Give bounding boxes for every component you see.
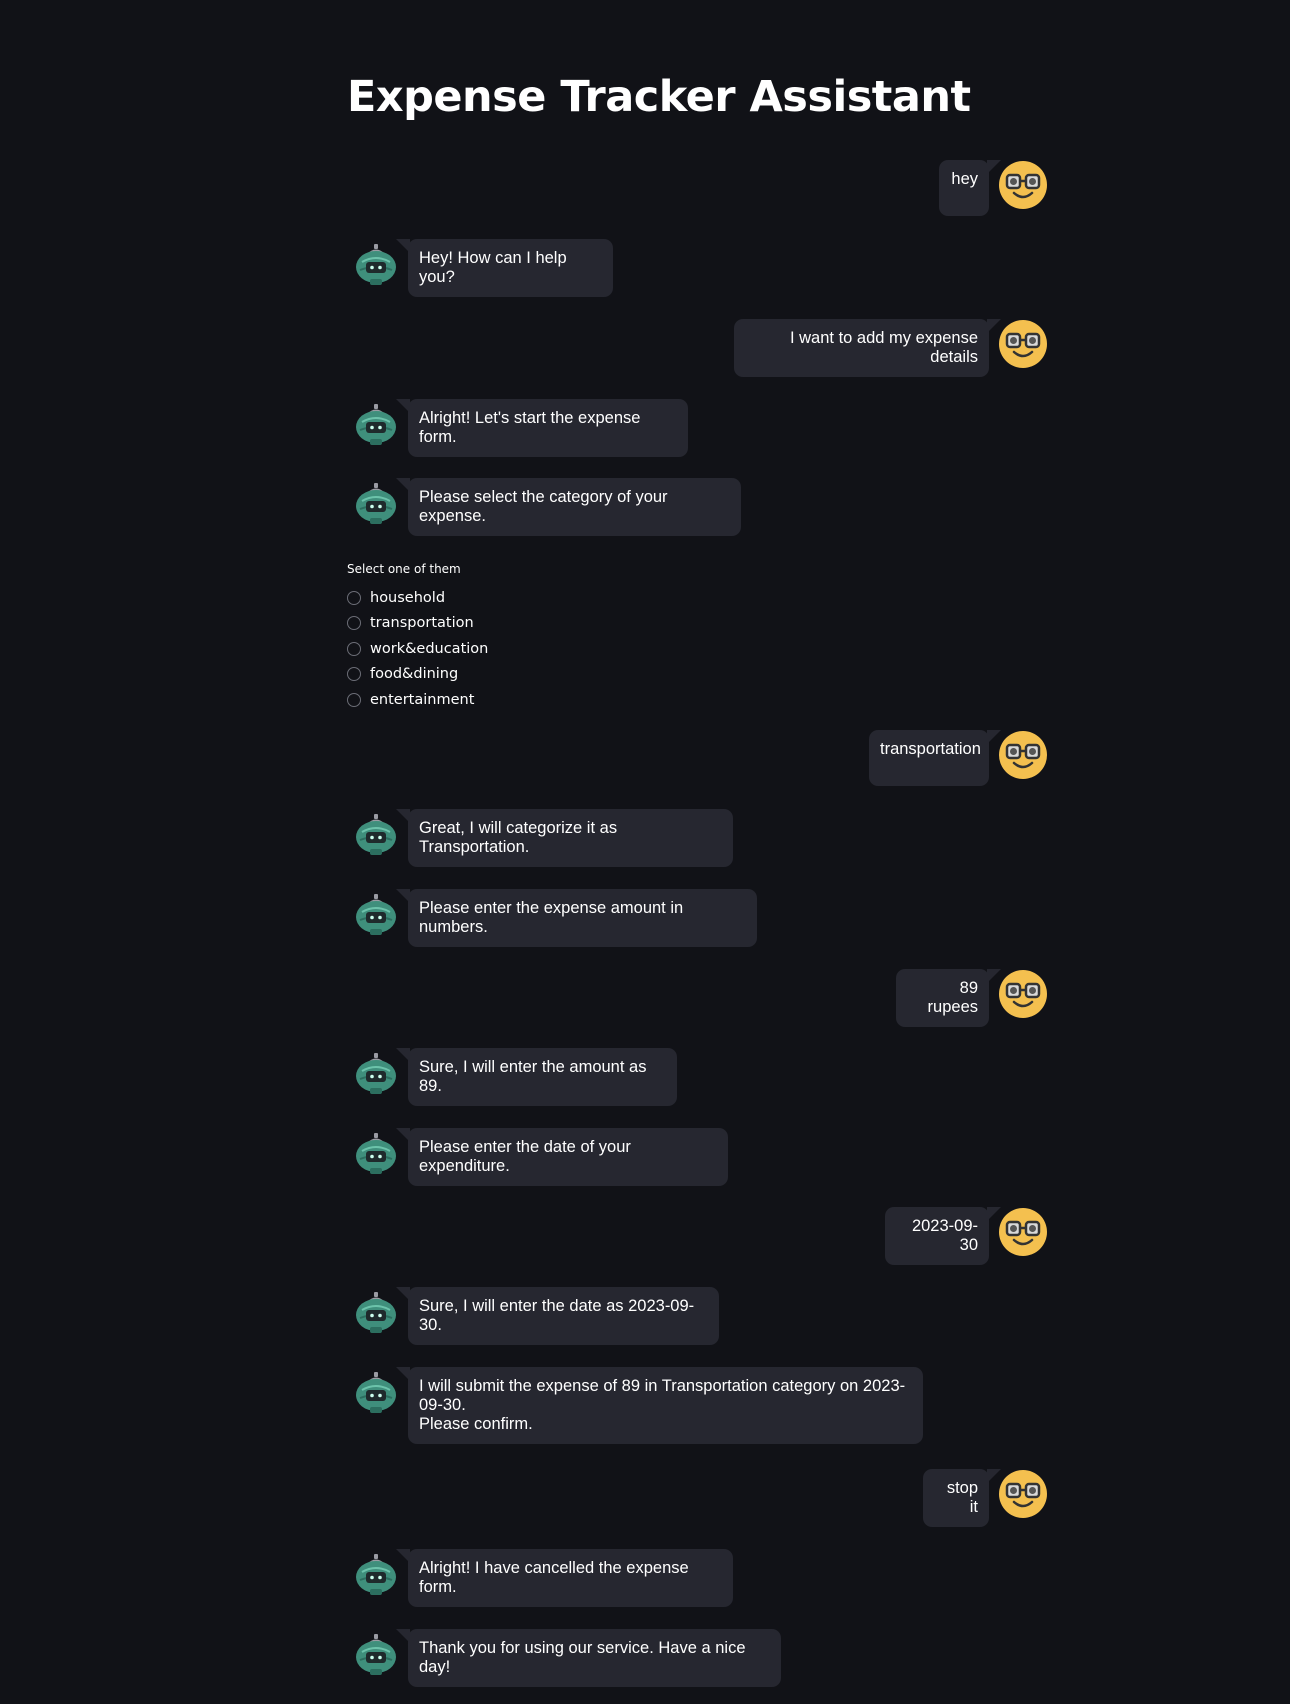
message-bubble: Alright! I have cancelled the expense fo… xyxy=(396,1549,733,1607)
assistant-avatar-icon xyxy=(352,1550,400,1598)
message-bubble: I will submit the expense of 89 in Trans… xyxy=(396,1367,923,1444)
assistant-avatar-icon xyxy=(352,1368,400,1416)
assistant-avatar-icon xyxy=(352,1288,400,1336)
user-avatar-icon xyxy=(999,731,1047,779)
radio-button[interactable] xyxy=(347,590,361,605)
message-bubble: Thank you for using our service. Have a … xyxy=(396,1629,781,1687)
radio-option-label: work&education xyxy=(370,640,489,657)
message-bubble: Hey! How can I help you? xyxy=(396,239,613,297)
message-bubble: hey xyxy=(939,160,1001,216)
radio-button[interactable] xyxy=(347,667,361,682)
radio-option-transportation[interactable]: transportation xyxy=(347,611,488,637)
message-bubble: 89 rupees xyxy=(896,969,1001,1027)
category-radio-group: Select one of them household transportat… xyxy=(347,562,488,713)
radio-option-label: entertainment xyxy=(370,691,475,708)
message-bubble: Sure, I will enter the amount as 89. xyxy=(396,1048,677,1106)
message-bubble: Alright! Let's start the expense form. xyxy=(396,399,688,457)
radio-option-food-dining[interactable]: food&dining xyxy=(347,662,488,688)
message-bubble: transportation xyxy=(869,730,1001,786)
user-avatar-icon xyxy=(999,320,1047,368)
assistant-avatar-icon xyxy=(352,1129,400,1177)
message-bubble: 2023-09-30 xyxy=(885,1207,1001,1265)
user-avatar-icon xyxy=(999,1470,1047,1518)
assistant-avatar-icon xyxy=(352,1049,400,1097)
radio-option-household[interactable]: household xyxy=(347,585,488,611)
radio-group-label: Select one of them xyxy=(347,562,461,576)
radio-option-work-education[interactable]: work&education xyxy=(347,636,488,662)
radio-button[interactable] xyxy=(347,616,361,631)
message-bubble: I want to add my expense details xyxy=(734,319,1001,377)
assistant-avatar-icon xyxy=(352,890,400,938)
message-bubble: Please enter the expense amount in numbe… xyxy=(396,889,757,947)
page-title: Expense Tracker Assistant xyxy=(347,72,971,122)
assistant-avatar-icon xyxy=(352,810,400,858)
assistant-avatar-icon xyxy=(352,479,400,527)
assistant-avatar-icon xyxy=(352,1630,400,1678)
radio-button[interactable] xyxy=(347,692,361,707)
assistant-avatar-icon xyxy=(352,240,400,288)
message-bubble: Great, I will categorize it as Transport… xyxy=(396,809,733,867)
user-avatar-icon xyxy=(999,1208,1047,1256)
radio-option-entertainment[interactable]: entertainment xyxy=(347,687,488,713)
assistant-avatar-icon xyxy=(352,400,400,448)
message-bubble: Sure, I will enter the date as 2023-09-3… xyxy=(396,1287,719,1345)
radio-option-label: household xyxy=(370,589,446,606)
radio-button[interactable] xyxy=(347,641,361,656)
radio-option-label: food&dining xyxy=(370,666,459,683)
user-avatar-icon xyxy=(999,970,1047,1018)
message-bubble: Please enter the date of your expenditur… xyxy=(396,1128,728,1186)
user-avatar-icon xyxy=(999,161,1047,209)
message-bubble: stop it xyxy=(923,1469,1001,1527)
radio-option-label: transportation xyxy=(370,615,474,632)
message-bubble: Please select the category of your expen… xyxy=(396,478,741,536)
